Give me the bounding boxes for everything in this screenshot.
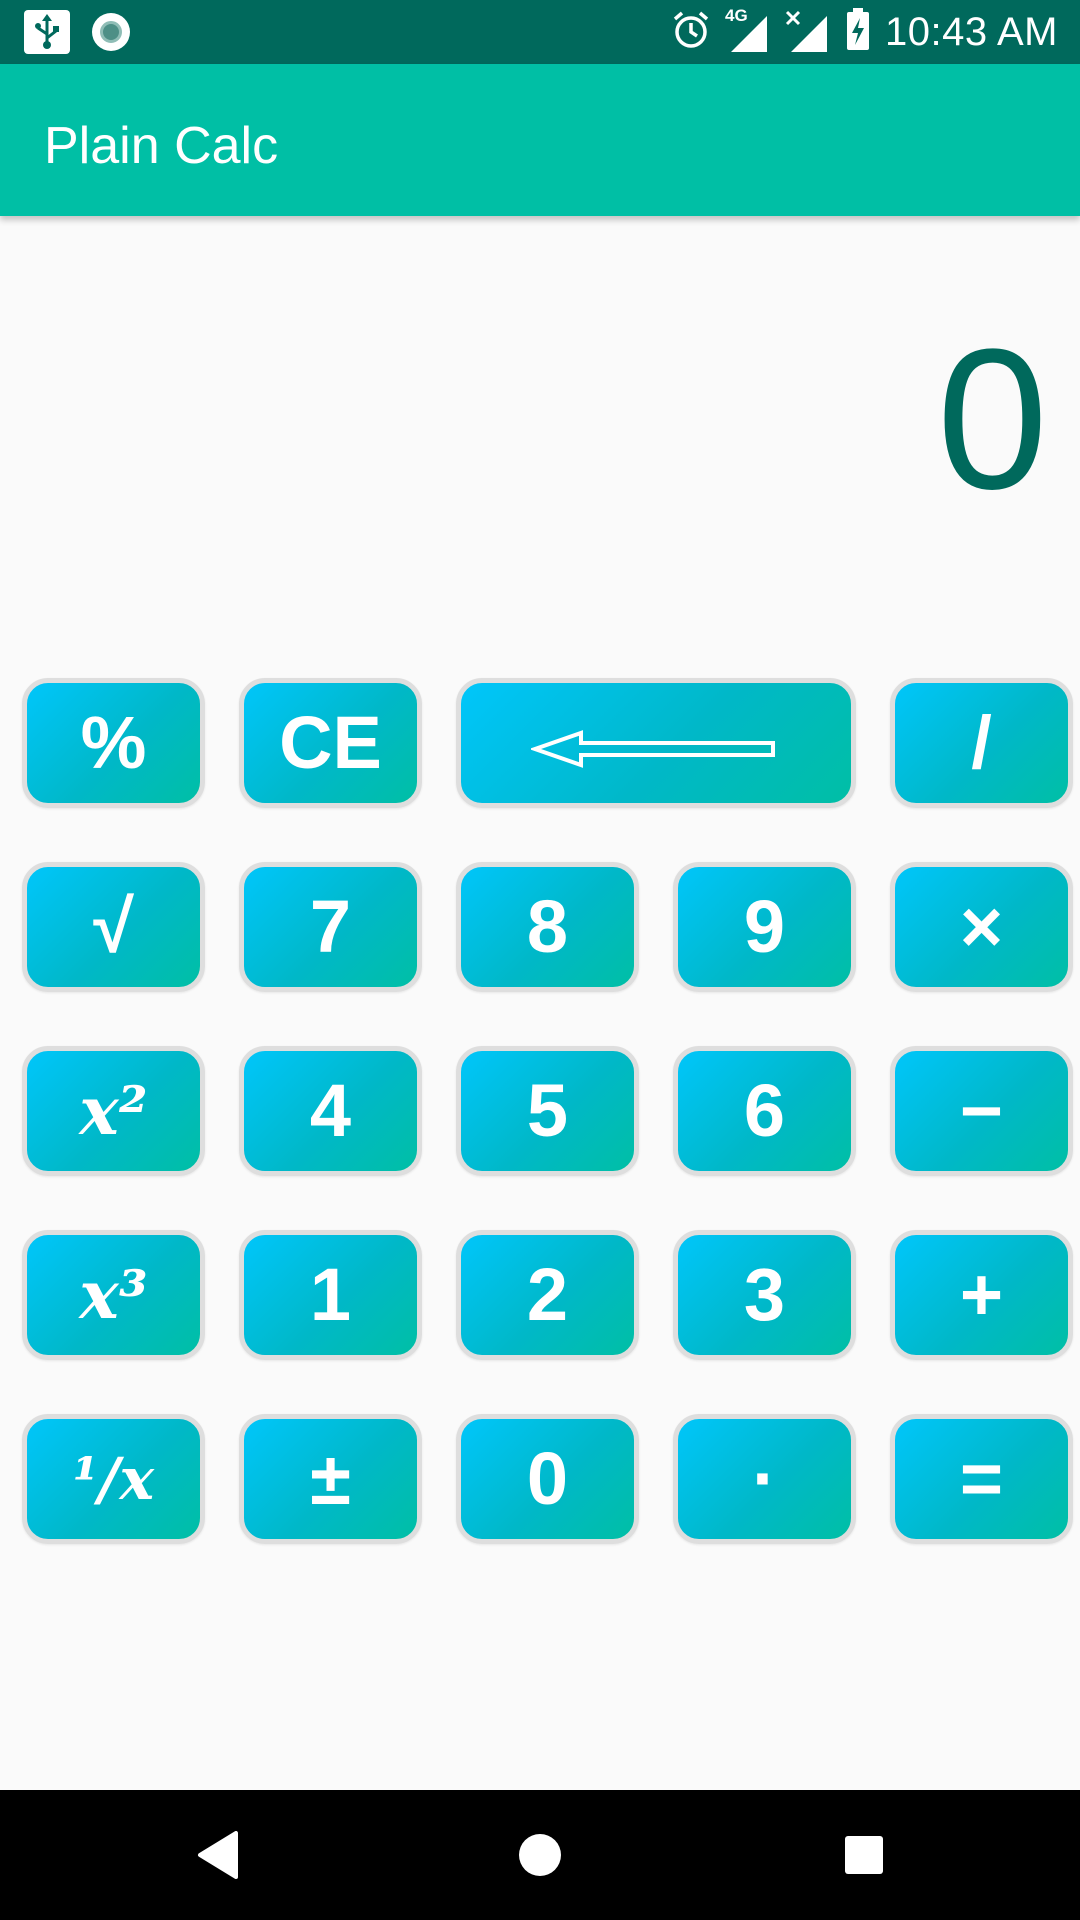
divide-button[interactable]: / [890,678,1073,808]
reciprocal-button[interactable]: ¹/x [22,1414,205,1544]
digit-5-button[interactable]: 5 [456,1046,639,1176]
app-bar: Plain Calc [0,64,1080,216]
digit-4-button[interactable]: 4 [239,1046,422,1176]
navigation-bar [0,1790,1080,1920]
backspace-button[interactable] [456,678,856,808]
plus-minus-button[interactable]: ± [239,1414,422,1544]
recents-icon[interactable] [836,1827,892,1883]
square-root-button[interactable]: √ [22,862,205,992]
status-time: 10:43 AM [884,9,1058,54]
digit-6-button[interactable]: 6 [673,1046,856,1176]
multiply-button[interactable]: × [890,862,1073,992]
backspace-arrow-icon [528,701,781,786]
record-icon [92,13,130,51]
result-display: 0 [936,308,1048,531]
cube-button[interactable]: x³ [22,1230,205,1360]
square-button[interactable]: x² [22,1046,205,1176]
usb-icon [24,10,70,54]
signal-4g-icon: 4G [725,6,771,54]
clear-entry-button[interactable]: CE [239,678,422,808]
app-title: Plain Calc [44,117,279,175]
digit-3-button[interactable]: 3 [673,1230,856,1360]
status-left-icons [24,10,130,54]
back-icon[interactable] [190,1827,246,1883]
digit-8-button[interactable]: 8 [456,862,639,992]
digit-1-button[interactable]: 1 [239,1230,422,1360]
alarm-icon [671,10,711,55]
battery-charging-icon [845,7,871,57]
add-button[interactable]: + [890,1230,1073,1360]
signal-no-sim-icon [785,10,831,54]
digit-9-button[interactable]: 9 [673,862,856,992]
digit-7-button[interactable]: 7 [239,862,422,992]
home-icon[interactable] [512,1827,568,1883]
status-bar: 4G 10:43 AM [0,0,1080,64]
digit-2-button[interactable]: 2 [456,1230,639,1360]
decimal-point-button[interactable]: · [673,1414,856,1544]
percent-button[interactable]: % [22,678,205,808]
equals-button[interactable]: = [890,1414,1073,1544]
status-right-icons: 4G 10:43 AM [671,6,1058,57]
digit-0-button[interactable]: 0 [456,1414,639,1544]
subtract-button[interactable]: − [890,1046,1073,1176]
